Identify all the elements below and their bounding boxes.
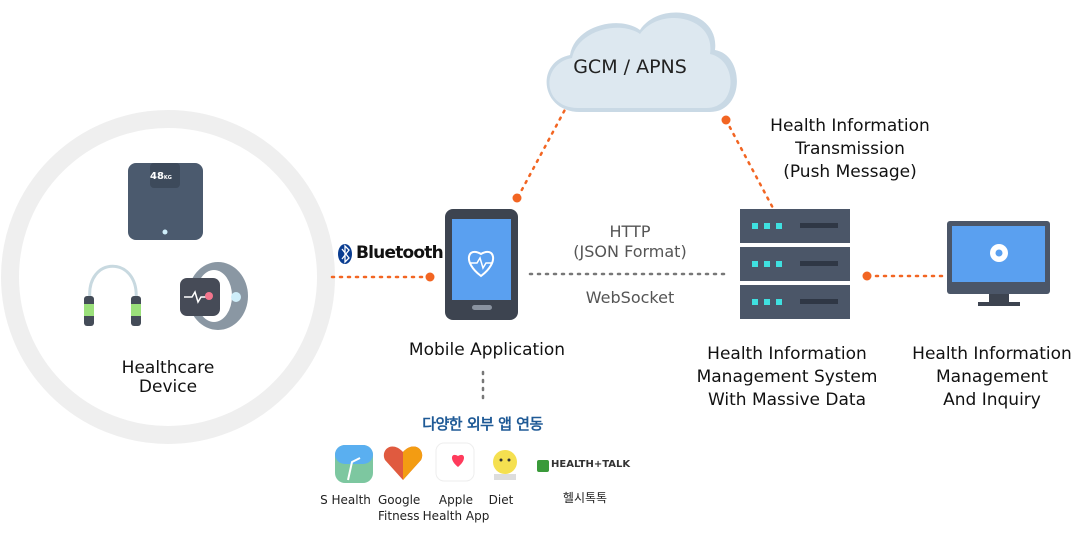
bluetooth-icon (338, 244, 352, 264)
push-message-label: Health Information Transmission (Push Mess… (770, 116, 930, 182)
health-talk-logo: HEALTH+TALK (551, 459, 631, 470)
app-diet: Diet (488, 493, 514, 507)
server-label: Health Information Management System With … (696, 344, 878, 410)
json-format-label: (JSON Format) (573, 242, 687, 261)
cloud-label: GCM / APNS (573, 56, 687, 78)
websocket-label: WebSocket (585, 288, 675, 307)
s-health-icon (335, 445, 373, 483)
http-label: HTTP (609, 222, 651, 241)
google-fitness-icon (383, 446, 423, 480)
external-apps-title: 다양한 외부 앱 연동 (422, 415, 543, 433)
server-icon (740, 209, 850, 319)
diet-icon (493, 450, 517, 480)
app-health-talk: 헬시톡톡 (562, 491, 608, 505)
healthcare-device-label: Healthcare Device (121, 358, 215, 397)
app-google-fitness: Google Fitness (378, 493, 420, 523)
health-talk-logo-icon (537, 460, 549, 472)
mobile-phone-icon (445, 209, 518, 320)
apple-health-icon (435, 442, 475, 482)
scale-reading: 48KG (150, 171, 172, 182)
architecture-diagram: 48KG Healthcare Device Bluetooth GCM / AP… (0, 0, 1088, 535)
mobile-label: Mobile Application (408, 340, 566, 360)
cloud-mobile-link (516, 102, 570, 199)
app-s-health: S Health (320, 493, 371, 507)
app-apple-health: Apple Health App (422, 493, 490, 523)
bluetooth-label: Bluetooth (356, 243, 444, 263)
monitor-icon (947, 221, 1050, 306)
monitor-label: Health Information Management And Inquiry (912, 344, 1072, 410)
diagram-graphics (1, 12, 1050, 483)
